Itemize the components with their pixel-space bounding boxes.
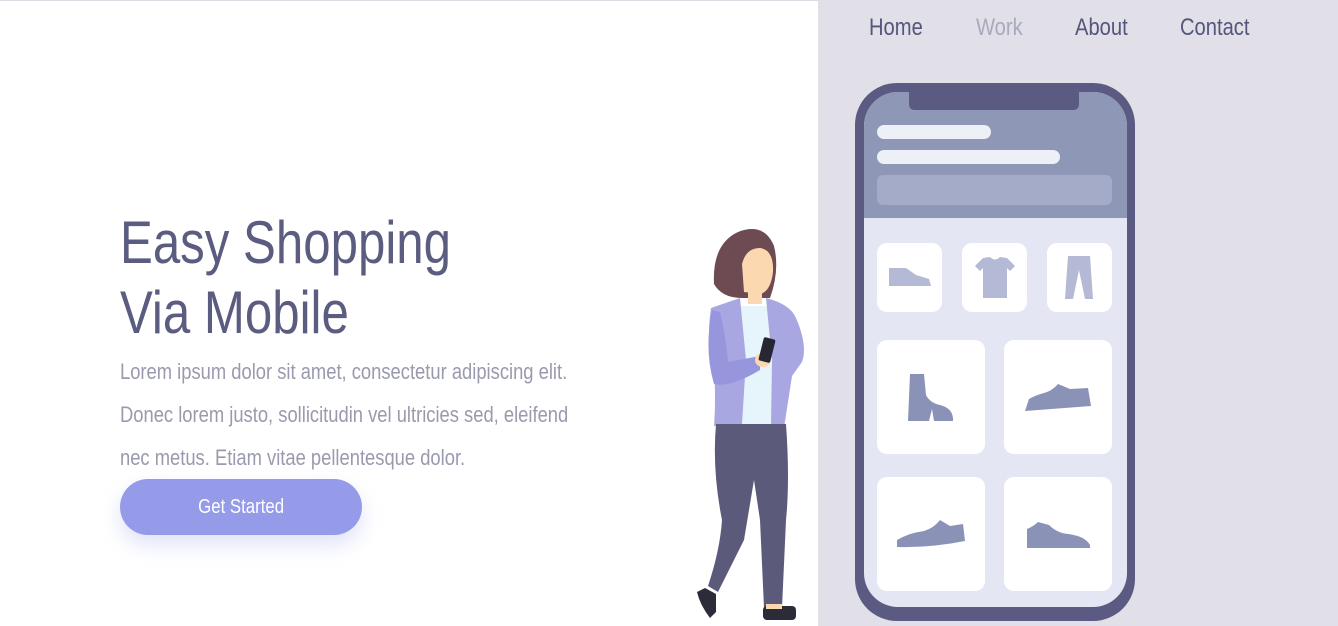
ankle-shape (766, 604, 782, 609)
search-bar-shape (877, 175, 1112, 205)
pants-shape (708, 424, 788, 608)
shoe-left (697, 588, 716, 618)
phone-notch (909, 92, 1079, 110)
header-text-line (877, 150, 1060, 164)
smartphone-illustration (855, 83, 1135, 621)
woman-figure-illustration (697, 229, 804, 620)
product-tile (1047, 243, 1112, 312)
shopping-illustration (697, 83, 1135, 621)
face-shape (742, 248, 774, 294)
header-text-line (877, 125, 991, 139)
neck-shape (748, 290, 762, 304)
product-tile (877, 340, 985, 454)
